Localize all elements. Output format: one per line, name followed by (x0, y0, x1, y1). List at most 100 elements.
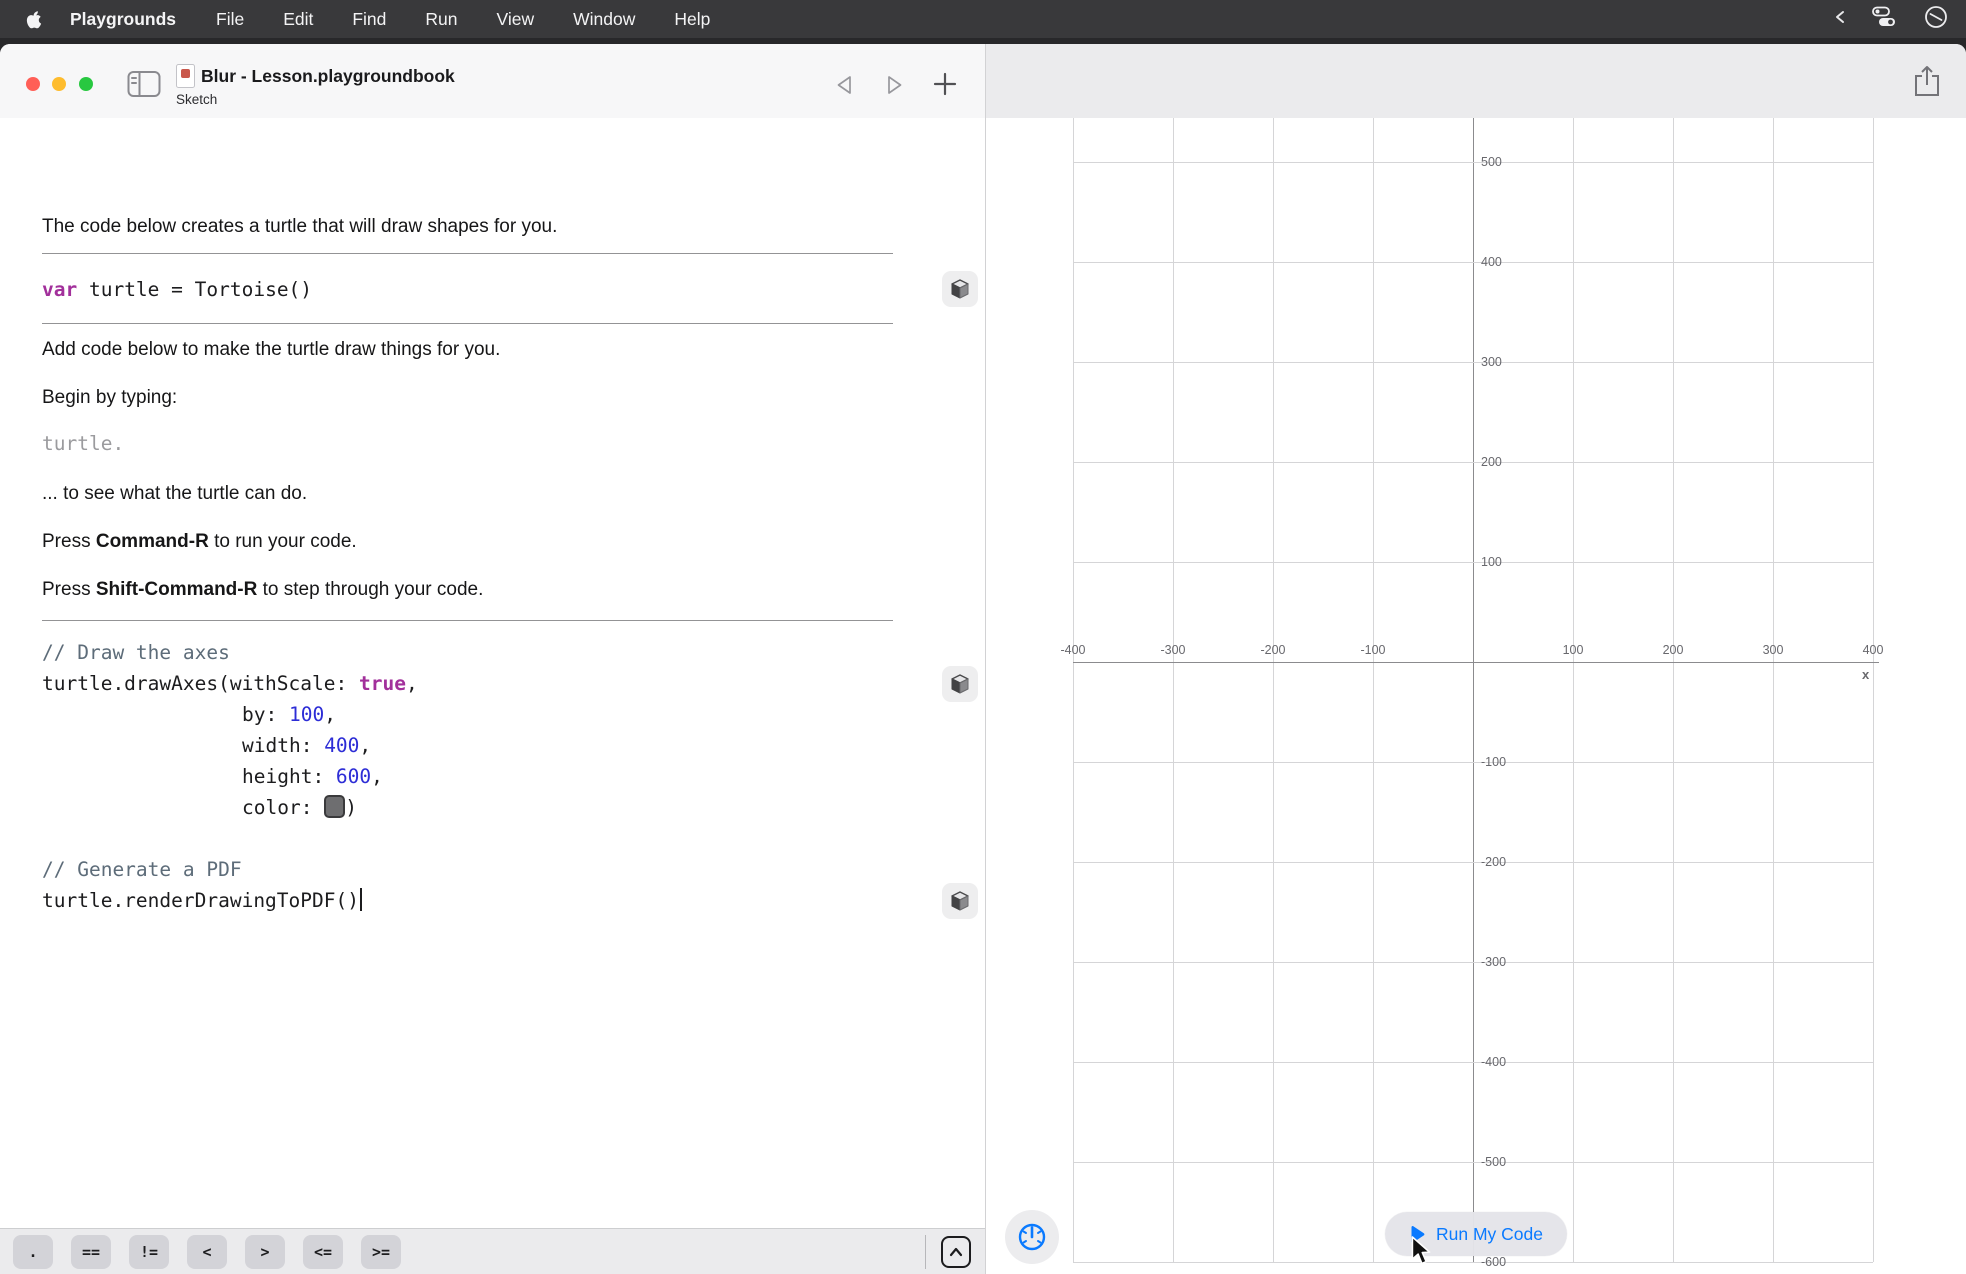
y-axis-tick-label: 100 (1481, 555, 1502, 569)
y-axis-tick-label: -100 (1481, 755, 1507, 769)
gridline-horizontal (1073, 462, 1873, 463)
code-token: turtle = Tortoise() (77, 278, 313, 301)
gridline-vertical (1173, 118, 1174, 1262)
key-less-equal[interactable]: <= (303, 1234, 343, 1269)
menu-item-view[interactable]: View (497, 9, 535, 30)
y-axis-tick-label: 300 (1481, 355, 1502, 369)
gridline-vertical (1673, 118, 1674, 1262)
lesson-paragraph: Press Command-R to run your code. (42, 531, 357, 552)
key-combo: Shift-Command-R (95, 579, 258, 600)
x-axis-tick-label: 300 (1762, 643, 1784, 657)
run-step-button[interactable] (881, 72, 907, 98)
code-token: turtle.drawAxes(withScale: (42, 672, 359, 695)
y-axis-tick-label: 400 (1481, 255, 1502, 269)
chevron-left-icon[interactable] (1834, 9, 1846, 30)
menu-item-file[interactable]: File (216, 9, 244, 30)
code-token: turtle.renderDrawingToPDF() (42, 889, 359, 912)
y-axis-tick-label: -600 (1481, 1255, 1507, 1269)
code-line-declaration[interactable]: var turtle = Tortoise() (42, 274, 312, 305)
add-button[interactable] (932, 71, 958, 97)
x-axis-tick-label: -300 (1160, 643, 1186, 657)
code-token: , (371, 765, 383, 788)
key-dot[interactable]: . (13, 1234, 53, 1269)
gridline-vertical (1873, 118, 1874, 1262)
key-not-equals[interactable]: != (129, 1234, 169, 1269)
code-token: by: (242, 703, 289, 726)
menu-item-find[interactable]: Find (352, 9, 386, 30)
result-cube-button[interactable] (942, 666, 978, 702)
menubar: Playgrounds File Edit Find Run View Wind… (0, 0, 1966, 38)
y-axis-tick-label: 500 (1481, 155, 1502, 169)
source-editor[interactable]: The code below creates a turtle that wil… (0, 118, 985, 1228)
code-token: , (405, 672, 418, 695)
menu-item-help[interactable]: Help (674, 9, 710, 30)
code-token: height: (242, 765, 336, 788)
gridline-vertical (1273, 118, 1274, 1262)
shortcut-bar-divider (925, 1235, 926, 1269)
playgrounds-window: Blur - Lesson.playgroundbook Sketch The … (0, 44, 1966, 1274)
lesson-paragraph: Add code below to make the turtle draw t… (42, 339, 501, 360)
gridline-horizontal (1073, 162, 1873, 163)
code-shortcut-bar: . == != < > <= >= (0, 1228, 985, 1274)
window-subtitle: Sketch (176, 92, 218, 107)
key-less-than[interactable]: < (187, 1234, 227, 1269)
x-axis-line (1073, 662, 1879, 663)
text-cursor (359, 888, 362, 911)
menubar-status-icons (1834, 0, 1948, 38)
separator-rule (42, 253, 893, 254)
key-combo: Command-R (95, 531, 209, 552)
code-block-render-pdf[interactable]: // Generate a PDF turtle.renderDrawingTo… (42, 854, 362, 916)
zoom-button[interactable] (79, 77, 93, 91)
gridline-horizontal (1073, 862, 1873, 863)
y-axis-tick-label: -300 (1481, 955, 1507, 969)
code-token: , (324, 703, 336, 726)
color-literal-swatch[interactable] (324, 795, 346, 818)
code-comment: // Generate a PDF (42, 858, 242, 881)
x-axis-tick-label: 200 (1662, 643, 1684, 657)
step-back-button[interactable] (832, 72, 858, 98)
sidebar-toggle-button[interactable] (127, 70, 161, 98)
share-button[interactable] (1911, 64, 1943, 100)
screen: Playgrounds File Edit Find Run View Wind… (0, 0, 1966, 1274)
gridline-vertical (1773, 118, 1774, 1262)
y-axis-tick-label: 200 (1481, 455, 1502, 469)
gridline-vertical (1073, 118, 1074, 1262)
document-icon (176, 64, 195, 88)
run-my-code-label: Run My Code (1436, 1223, 1543, 1244)
gridline-vertical (1373, 118, 1374, 1262)
menu-item-window[interactable]: Window (573, 9, 635, 30)
menu-item-edit[interactable]: Edit (283, 9, 313, 30)
key-greater-than[interactable]: > (245, 1234, 285, 1269)
gridline-horizontal (1073, 962, 1873, 963)
gridline-horizontal (1073, 362, 1873, 363)
control-center-icon[interactable] (1870, 6, 1900, 33)
gridline-horizontal (1073, 262, 1873, 263)
gridline-horizontal (1073, 562, 1873, 563)
y-axis-tick-label: -400 (1481, 1055, 1507, 1069)
key-equals[interactable]: == (71, 1234, 111, 1269)
gridline-horizontal (1073, 762, 1873, 763)
dismiss-keyboard-button[interactable] (941, 1236, 971, 1268)
menu-item-run[interactable]: Run (425, 9, 457, 30)
x-axis-name-label: x (1862, 667, 1870, 682)
x-axis-tick-label: -400 (1060, 643, 1086, 657)
speed-gauge-button[interactable] (1005, 1210, 1059, 1264)
close-button[interactable] (26, 77, 40, 91)
code-token: ) (345, 796, 357, 819)
gridline-horizontal (1073, 1062, 1873, 1063)
menubar-app-name[interactable]: Playgrounds (70, 9, 176, 30)
code-token: , (359, 734, 372, 757)
x-axis-tick-label: -100 (1360, 643, 1386, 657)
code-token: width: (242, 734, 325, 757)
y-axis-tick-label: -500 (1481, 1155, 1507, 1169)
code-number: 100 (288, 703, 325, 726)
result-cube-button[interactable] (942, 271, 978, 307)
apple-menu-icon[interactable] (26, 10, 42, 29)
lesson-paragraph: Press Shift-Command-R to step through yo… (42, 579, 484, 600)
key-greater-equal[interactable]: >= (361, 1234, 401, 1269)
separator-rule (42, 323, 893, 324)
minimize-button[interactable] (52, 77, 66, 91)
code-block-draw-axes[interactable]: // Draw the axes turtle.drawAxes(withSca… (42, 637, 418, 823)
result-cube-button[interactable] (942, 883, 978, 919)
focus-mode-icon[interactable] (1924, 5, 1948, 34)
